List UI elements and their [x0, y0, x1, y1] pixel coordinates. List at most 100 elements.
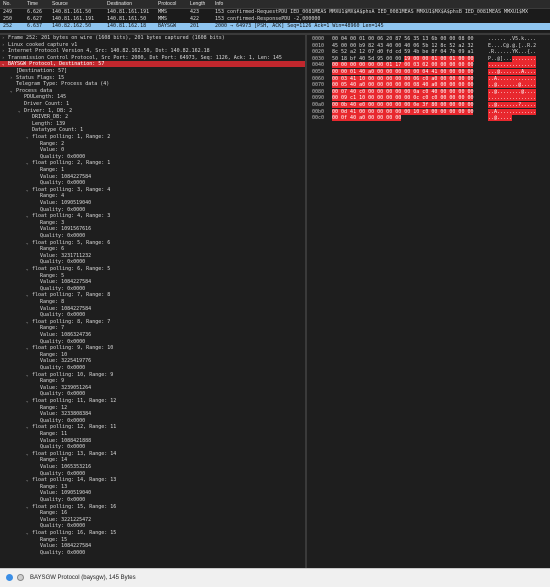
- tree-item[interactable]: Quality: 0x0000: [0, 471, 305, 477]
- tree-item[interactable]: Quality: 0x0000: [0, 259, 305, 265]
- ascii-bytes[interactable]: ...... .V5.k....: [488, 36, 536, 42]
- packet-row[interactable]: 250 6.627 140.81.161.191 140.81.161.50 MMS 42…: [0, 16, 550, 23]
- tree-item[interactable]: Value: 1086324736: [0, 332, 305, 338]
- vertical-splitter[interactable]: [305, 35, 307, 568]
- tree-item[interactable]: Quality: 0x0000: [0, 180, 305, 186]
- hex-bytes[interactable]: 50 18 bf 40 5d 95 00 00 19 00 00 01 00 0…: [332, 55, 474, 62]
- column-source[interactable]: Source: [52, 0, 68, 8]
- tree-item[interactable]: ⌄ float polling: 5, Range: 6: [0, 240, 305, 246]
- tree-item[interactable]: Value: 1091567616: [0, 226, 305, 232]
- tree-item[interactable]: ⌄ Driver: 1, DB: 2: [0, 108, 305, 114]
- tree-item[interactable]: Quality: 0x0000: [0, 418, 305, 424]
- tree-item[interactable]: Value: 1084227584: [0, 174, 305, 180]
- tree-item[interactable]: Driver Count: 1: [0, 101, 305, 107]
- tree-item[interactable]: ⌄ float polling: 16, Range: 15: [0, 530, 305, 536]
- packet-details-pane[interactable]: › Frame 252: 201 bytes on wire (1608 bits…: [0, 35, 305, 568]
- tree-item[interactable]: ⌄ float polling: 10, Range: 9: [0, 372, 305, 378]
- column-no[interactable]: No.: [3, 0, 11, 8]
- tree-item[interactable]: Range: 16: [0, 510, 305, 516]
- tree-item[interactable]: Range: 10: [0, 352, 305, 358]
- ascii-bytes[interactable]: ................: [488, 62, 537, 69]
- tree-item[interactable]: ⌄ float polling: 9, Range: 10: [0, 345, 305, 351]
- tree-item[interactable]: ⌄ float polling: 13, Range: 14: [0, 451, 305, 457]
- ascii-bytes[interactable]: ...@.......A....: [488, 69, 537, 75]
- tree-item[interactable]: Quality: 0x0000: [0, 365, 305, 371]
- tree-item[interactable]: Range: 5: [0, 273, 305, 279]
- tree-item[interactable]: Range: 13: [0, 484, 305, 490]
- hex-bytes[interactable]: 00 00 01 40 a0 00 00 00 00 00 04 41 00 0…: [332, 69, 474, 75]
- column-info[interactable]: Info: [215, 0, 223, 8]
- tree-item[interactable]: Value: 3233808384: [0, 411, 305, 417]
- tree-item[interactable]: ⌄ float polling: 2, Range: 1: [0, 160, 305, 166]
- tree-item[interactable]: Value: 3231711232: [0, 253, 305, 259]
- tree-item[interactable]: ⌄ float polling: 7, Range: 8: [0, 292, 305, 298]
- tree-item[interactable]: Range: 14: [0, 457, 305, 463]
- hex-bytes[interactable]: 45 00 00 b9 82 43 40 00 40 06 5b 12 8c 5…: [332, 43, 473, 49]
- column-destination[interactable]: Destination: [107, 0, 132, 8]
- tree-item[interactable]: Value: 1090519040: [0, 490, 305, 496]
- tree-item[interactable]: Telegram Type: Process data (4): [0, 81, 305, 87]
- tree-item[interactable]: Value: 0: [0, 147, 305, 153]
- tree-item[interactable]: ⌄ float polling: 14, Range: 13: [0, 477, 305, 483]
- tree-item[interactable]: Value: 1084227584: [0, 543, 305, 549]
- ascii-bytes[interactable]: P..@]...........: [488, 55, 537, 62]
- tree-item[interactable]: ⌄ float polling: 8, Range: 7: [0, 319, 305, 325]
- tree-item[interactable]: Range: 11: [0, 431, 305, 437]
- ascii-bytes[interactable]: ..@.....: [488, 115, 513, 122]
- tree-item[interactable]: Quality: 0x0000: [0, 444, 305, 450]
- hex-bytes[interactable]: 00 00 00 00 00 00 01 17 00 03 02 00 00 0…: [332, 62, 474, 69]
- ascii-bytes[interactable]: ..@........@....: [488, 88, 537, 95]
- tree-item[interactable]: Range: 9: [0, 378, 305, 384]
- tree-item[interactable]: Range: 12: [0, 405, 305, 411]
- column-length[interactable]: Length: [190, 0, 205, 8]
- tree-item[interactable]: ⌄ float polling: 11, Range: 12: [0, 398, 305, 404]
- tree-item[interactable]: Quality: 0x0000: [0, 339, 305, 345]
- tree-item[interactable]: ⌄ float polling: 4, Range: 3: [0, 213, 305, 219]
- hex-bytes[interactable]: 00 05 40 a0 00 00 00 00 00 08 40 a0 00 0…: [332, 82, 474, 89]
- tree-item[interactable]: Quality: 0x0000: [0, 550, 305, 556]
- tree-item[interactable]: Range: 15: [0, 537, 305, 543]
- packet-list[interactable]: No. Time Source Destination Protocol Len…: [0, 0, 550, 32]
- column-time[interactable]: Time: [27, 0, 38, 8]
- tree-item[interactable]: ⌄ float polling: 15, Range: 16: [0, 504, 305, 510]
- ascii-bytes[interactable]: E....C@.@.[..R.2: [488, 43, 536, 49]
- tree-item[interactable]: Value: 1065353216: [0, 464, 305, 470]
- hex-bytes[interactable]: 00 0b 40 e0 00 00 00 00 00 0e 3f 80 00 0…: [332, 102, 474, 108]
- tree-item[interactable]: Quality: 0x0000: [0, 523, 305, 529]
- tree-item[interactable]: [Destination: 57]: [0, 68, 305, 74]
- tree-item[interactable]: › Frame 252: 201 bytes on wire (1608 bits…: [0, 35, 305, 41]
- hex-bytes[interactable]: 00 03 41 10 00 00 00 00 00 06 c0 a0 00 0…: [332, 75, 474, 82]
- tree-item[interactable]: › Linux cooked capture v1: [0, 42, 305, 48]
- tree-item[interactable]: › Status Flags: 15: [0, 75, 305, 81]
- hex-bytes[interactable]: 00 04 00 01 00 06 20 87 56 35 13 6b 00 0…: [332, 36, 473, 42]
- tree-item[interactable]: DRIVER_DB: 2: [0, 114, 305, 120]
- packet-bytes-pane[interactable]: 0000 00 04 00 01 00 06 20 87 56 35 13 6b …: [308, 35, 550, 568]
- ascii-bytes[interactable]: .R......YK...{..: [488, 49, 536, 55]
- tree-item[interactable]: Range: 1: [0, 167, 305, 173]
- tree-item[interactable]: Quality: 0x0000: [0, 154, 305, 160]
- tree-item[interactable]: ⌄ float polling: 12, Range: 11: [0, 424, 305, 430]
- tree-item[interactable]: PDULength: 145: [0, 94, 305, 100]
- tree-item[interactable]: Range: 3: [0, 220, 305, 226]
- tree-item[interactable]: Value: 1090519040: [0, 200, 305, 206]
- ascii-bytes[interactable]: ..@.......?.....: [488, 102, 537, 108]
- tree-item[interactable]: Range: 2: [0, 141, 305, 147]
- tree-item[interactable]: Quality: 0x0000: [0, 233, 305, 239]
- tree-item[interactable]: Range: 8: [0, 299, 305, 305]
- tree-item[interactable]: Length: 139: [0, 121, 305, 127]
- ascii-bytes[interactable]: ..A.............: [488, 75, 537, 82]
- ascii-bytes[interactable]: ..@.......@.....: [488, 82, 537, 89]
- tree-item[interactable]: ⌄ float polling: 6, Range: 5: [0, 266, 305, 272]
- column-protocol[interactable]: Protocol: [158, 0, 176, 8]
- ascii-bytes[interactable]: ..A.............: [488, 108, 537, 115]
- tree-item[interactable]: Range: 7: [0, 325, 305, 331]
- tree-item[interactable]: › Transmission Control Protocol, Src Port…: [0, 55, 305, 61]
- tree-item[interactable]: Value: 3221225472: [0, 517, 305, 523]
- tree-item[interactable]: Quality: 0x0000: [0, 391, 305, 397]
- expert-info-icon[interactable]: [6, 574, 13, 581]
- hex-bytes[interactable]: 00 09 c1 10 00 00 00 00 00 0c c0 c0 00 0…: [332, 95, 474, 102]
- tree-item[interactable]: Quality: 0x0000: [0, 207, 305, 213]
- tree-item[interactable]: ⌄ float polling: 3, Range: 4: [0, 187, 305, 193]
- tree-item[interactable]: Range: 4: [0, 193, 305, 199]
- tree-item[interactable]: Value: 1084227584: [0, 306, 305, 312]
